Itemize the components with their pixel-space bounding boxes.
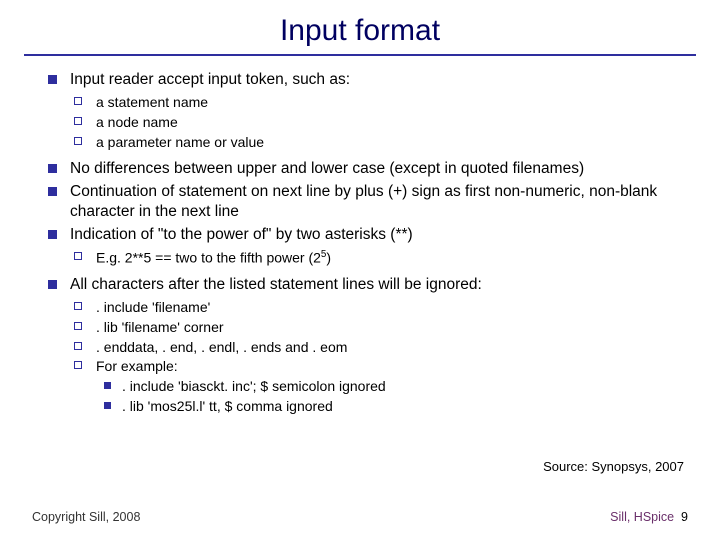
footer-right: Sill, HSpice 9 — [610, 510, 688, 524]
bullet-5-sub-4: For example: — [74, 357, 688, 376]
power-example-post: ) — [326, 250, 331, 266]
source-attribution: Source: Synopsys, 2007 — [543, 459, 684, 474]
bullet-5-sub-2: . lib 'filename' corner — [74, 318, 688, 337]
bullet-1: Input reader accept input token, such as… — [48, 70, 688, 91]
bullet-1-sub-3: a parameter name or value — [74, 133, 688, 152]
title-divider — [24, 54, 696, 56]
page-number: 9 — [681, 510, 688, 524]
power-example-pre: E.g. 2**5 == two to the fifth power (2 — [96, 250, 321, 266]
bullet-5-sub-1: . include 'filename' — [74, 298, 688, 317]
bullet-3: Continuation of statement on next line b… — [48, 182, 688, 224]
bullet-4-sub-1: E.g. 2**5 == two to the fifth power (25) — [74, 248, 688, 268]
bullet-2: No differences between upper and lower c… — [48, 159, 688, 180]
bullet-5: All characters after the listed statemen… — [48, 275, 688, 296]
slide-body: Input reader accept input token, such as… — [0, 70, 720, 416]
bullet-1-sub-1: a statement name — [74, 93, 688, 112]
slide-title: Input format — [0, 0, 720, 54]
bullet-4: Indication of "to the power of" by two a… — [48, 225, 688, 246]
slide-footer: Copyright Sill, 2008 Sill, HSpice 9 — [0, 510, 720, 524]
bullet-5-sub-3: . enddata, . end, . endl, . ends and . e… — [74, 338, 688, 357]
bullet-5-example-1: . include 'biasckt. inc'; $ semicolon ig… — [104, 377, 688, 396]
series-label: Sill, HSpice — [610, 510, 674, 524]
bullet-5-example-2: . lib 'mos25l.l' tt, $ comma ignored — [104, 397, 688, 416]
bullet-1-sub-2: a node name — [74, 113, 688, 132]
copyright-text: Copyright Sill, 2008 — [32, 510, 140, 524]
